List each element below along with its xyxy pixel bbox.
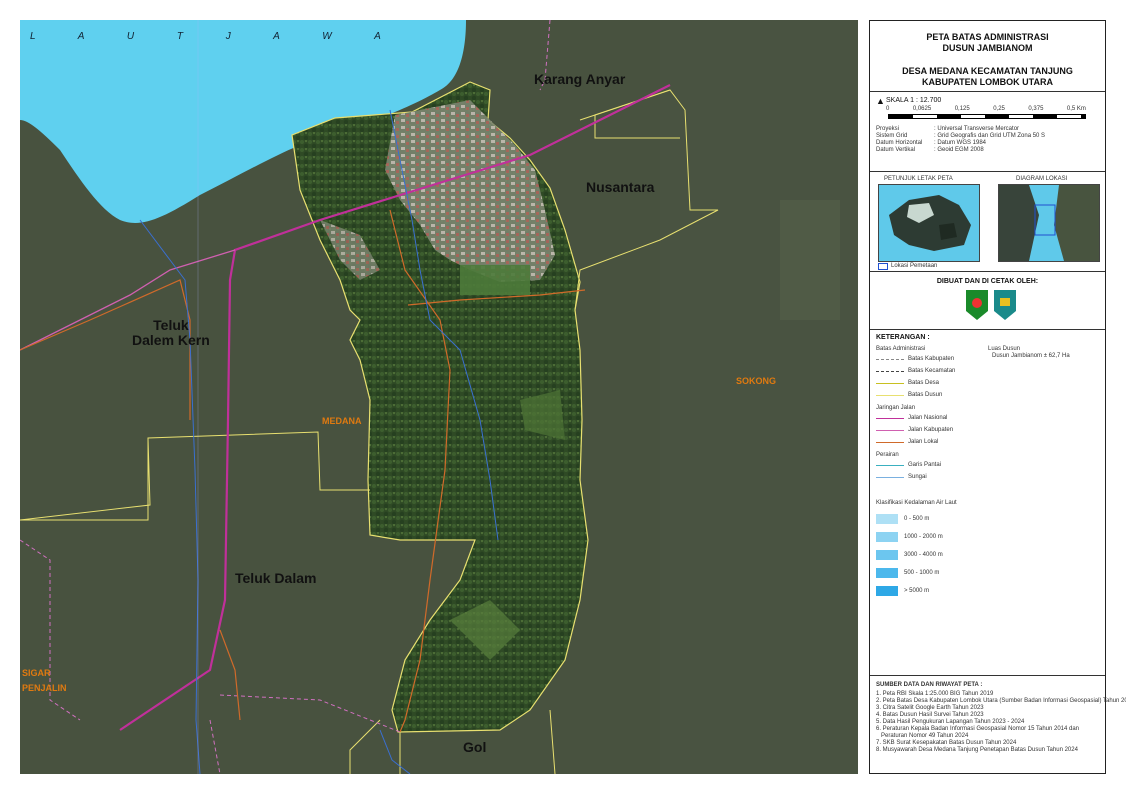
depth-legend-item: 1000 - 2000 m [876,530,943,544]
label-sokong: SOKONG [736,376,777,386]
north-arrow-icon: ▲ [876,96,885,106]
legend-line-icon [876,441,904,443]
legend-item: Garis Pantai [876,459,986,471]
map-canvas[interactable]: L A U T J A W A Karang Anyar Nusantara T… [20,20,858,774]
depth-label: 1000 - 2000 m [904,534,943,540]
source-item: 2. Peta Batas Desa Kabupaten Lombok Utar… [876,698,1126,704]
legend-label: Jalan Nasional [908,415,948,421]
legend-line-icon [876,382,904,384]
depth-legend-item: 500 - 1000 m [876,566,943,580]
depth-legend: 0 - 500 m 1000 - 2000 m 3000 - 4000 m 500 -… [870,512,943,602]
luas-block: Luas Dusun Dusun Jambianom ± 62,7 Ha [988,346,1070,360]
source-item: 7. SKB Surat Kesepakatan Batas Dusun Tah… [876,740,1017,746]
depth-title: Klasifikasi Kedalaman Air Laut [876,500,957,506]
legend-item: Batas Desa [876,377,986,389]
inset-caption: Lokasi Pemetaan [878,263,937,270]
legend-label: Batas Dusun [908,392,943,398]
depth-swatch [876,568,898,578]
depth-label: > 5000 m [904,588,930,594]
depth-legend-item: 0 - 500 m [876,512,943,526]
legend-label: Jalan Kabupaten [908,427,954,433]
title-section: PETA BATAS ADMINISTRASI DUSUN JAMBIANOM … [870,21,1105,91]
perairan-title: Perairan [876,452,899,458]
legend-line-icon [876,394,904,396]
legend-section: KETERANGAN : Batas Administrasi Batas Ka… [870,329,1105,675]
inset-section: PETUNJUK LETAK PETA DIAGRAM LOKASI Lokas… [870,171,1105,271]
label-medana: MEDANA [322,416,362,426]
legend-label: Batas Kabupaten [908,356,955,362]
luas-value: Dusun Jambianom ± 62,7 Ha [992,353,1070,359]
depth-swatch [876,532,898,542]
legend-item: Sungai [876,471,986,483]
source-item: 5. Data Hasil Pengukuran Lapangan Tahun … [876,719,1025,725]
legend-label: Sungai [908,474,927,480]
label-nusantara: Nusantara [586,179,655,195]
legend-line-icon [876,370,904,372]
legend-item: Batas Dusun [876,389,986,401]
source-item: 3. Citra Satelit Google Earth Tahun 2023 [876,705,984,711]
scale-section: ▲ SKALA 1 : 12.700 0 0,0625 0,125 0,25 0,375… [870,91,1105,171]
legend-label: Garis Pantai [908,462,942,468]
village-logo-icon [994,290,1016,320]
depth-label: 3000 - 4000 m [904,552,943,558]
source-item: 6. Peraturan Kepala Badan Informasi Geos… [876,726,1080,732]
scale-bar [888,114,1086,119]
map-title-line-1: PETA BATAS ADMINISTRASI [926,32,1049,42]
projection-info: Proyeksi: Universal Transverse Mercator … [876,126,1046,153]
depth-label: 0 - 500 m [904,516,930,522]
source-item: Peraturan Nomor 49 Tahun 2024 [876,733,969,739]
sea-label: L A U T J A W A [30,31,401,42]
inset-right-title: DIAGRAM LOKASI [1016,176,1068,182]
legend-title: KETERANGAN : [876,334,930,341]
legend-line-icon [876,417,904,419]
label-teluk-dalam: Teluk Dalam [235,570,317,586]
jalan-title: Jaringan Jalan [876,405,916,411]
legend-item: Batas Kecamatan [876,365,986,377]
legend-item: Jalan Kabupaten [876,424,986,436]
legend-line-icon [876,476,904,478]
made-by-label: DIBUAT DAN DI CETAK OLEH: [936,278,1039,285]
label-gol: Gol [463,739,487,755]
legend-item: Jalan Nasional [876,412,986,424]
legend-left-column: Batas Administrasi Batas Kabupaten Batas … [876,346,986,483]
legend-label: Batas Desa [908,380,940,386]
label-teluk-dalem-kern: Teluk Dalem Kern [132,317,210,348]
label-sigar-penjalin: SIGAR PENJALIN [22,668,67,693]
regency-logo-icon [966,290,988,320]
batas-title: Batas Administrasi [876,346,926,352]
source-item: 8. Musyawarah Desa Medana Tanjung Peneta… [876,747,1078,753]
source-item: 1. Peta RBI Skala 1:25.000 BIG Tahun 201… [876,691,994,697]
inset-left-title: PETUNJUK LETAK PETA [884,176,953,182]
map-subtitle-line-2: KABUPATEN LOMBOK UTARA [922,77,1053,87]
map-legend-panel: PETA BATAS ADMINISTRASI DUSUN JAMBIANOM … [869,20,1126,775]
made-by-section: DIBUAT DAN DI CETAK OLEH: [870,271,1105,329]
map-subtitle-line-1: DESA MEDANA KECAMATAN TANJUNG [902,66,1073,76]
label-karang-anyar: Karang Anyar [534,71,626,87]
legend-item: Batas Kabupaten [876,353,986,365]
depth-swatch [876,586,898,596]
inset-locator-map [878,184,980,262]
legend-line-icon [876,429,904,431]
depth-legend-item: 3000 - 4000 m [876,548,943,562]
depth-swatch [876,550,898,560]
depth-legend-item: > 5000 m [876,584,943,598]
map-svg [20,20,858,774]
source-item: 4. Batas Dusun Hasil Survei Tahun 2023 [876,712,984,718]
legend-label: Batas Kecamatan [908,368,956,374]
legend-label: Jalan Lokal [908,439,939,445]
depth-swatch [876,514,898,524]
legend-item: Jalan Lokal [876,436,986,448]
scale-label: SKALA 1 : 12.700 [886,97,942,104]
legend-line-icon [876,464,904,466]
inset-location-diagram [998,184,1100,262]
depth-label: 500 - 1000 m [904,570,940,576]
sources-title: SUMBER DATA DAN RIWAYAT PETA : [876,682,983,688]
map-title-line-2: DUSUN JAMBIANOM [942,43,1033,53]
luas-title: Luas Dusun [988,346,1021,352]
scale-ticks: 0 0,0625 0,125 0,25 0,375 0,5 Km [886,106,1086,112]
sources-section: SUMBER DATA DAN RIWAYAT PETA : 1. Peta R… [870,675,1126,775]
legend-line-icon [876,358,904,360]
